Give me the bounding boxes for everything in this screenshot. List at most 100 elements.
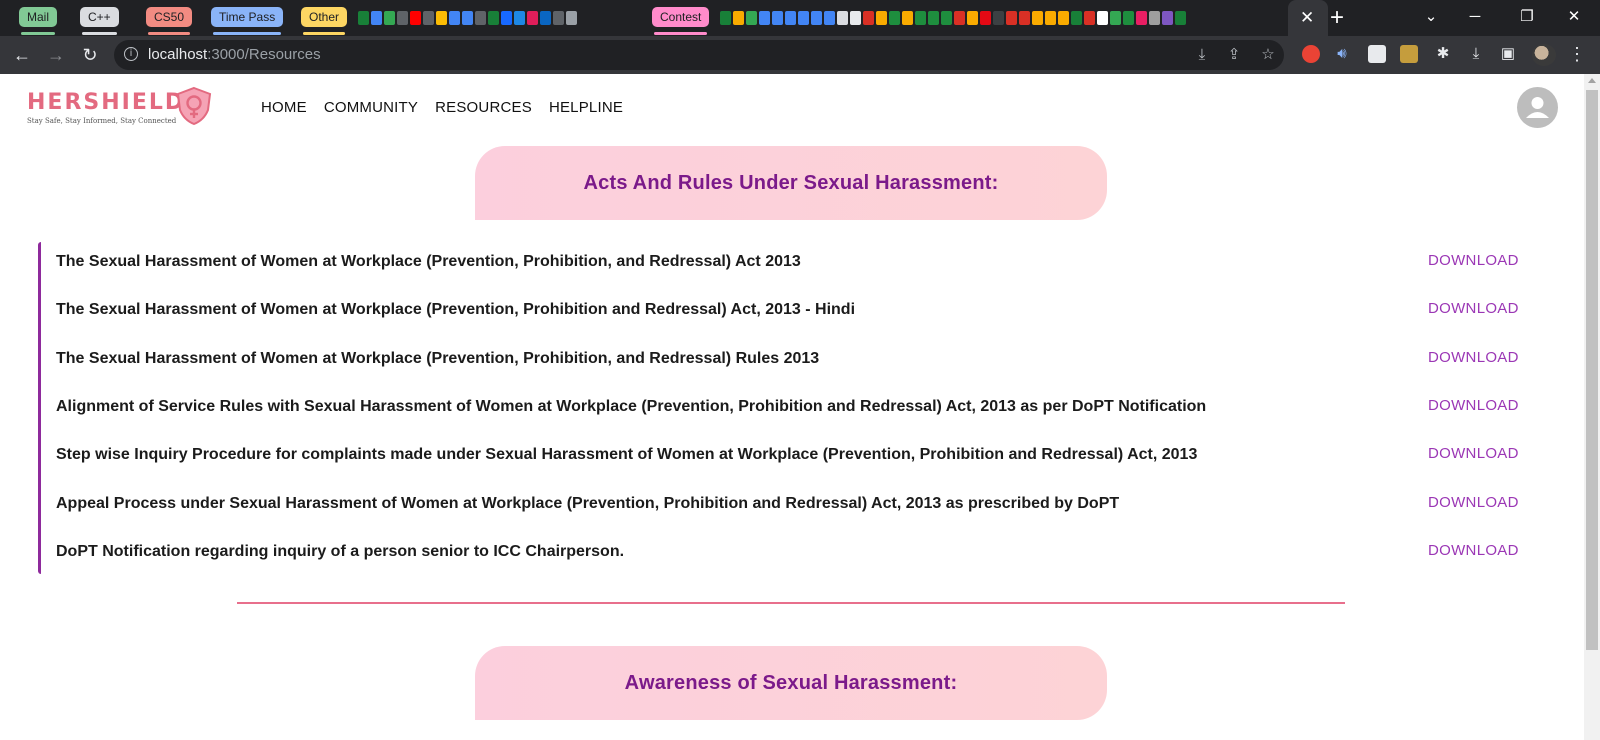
favicon-icon[interactable] (915, 11, 926, 25)
favicon-icon[interactable] (954, 11, 965, 25)
favicon-icon[interactable] (863, 11, 874, 25)
favicon-icon[interactable] (720, 11, 731, 25)
address-bar[interactable]: i localhost:3000/Resources ⤓ ⇪ ☆ (114, 40, 1284, 70)
github-icon[interactable] (553, 11, 564, 25)
scroll-up-arrow-icon[interactable] (1588, 78, 1596, 83)
favicon-icon[interactable] (1032, 11, 1043, 25)
download-link[interactable]: DOWNLOAD (1428, 491, 1519, 515)
favicon-icon[interactable] (876, 11, 887, 25)
favicon-icon[interactable] (837, 11, 848, 25)
download-link[interactable]: DOWNLOAD (1428, 394, 1519, 418)
favicon-icon[interactable] (1058, 11, 1069, 25)
favicon-icon[interactable] (902, 11, 913, 25)
favicon-icon[interactable] (1097, 11, 1108, 25)
plus-icon[interactable]: + (1330, 5, 1344, 31)
info-icon[interactable]: i (124, 47, 138, 61)
favicon-icon[interactable] (733, 11, 744, 25)
url-text[interactable]: localhost:3000/Resources (148, 46, 321, 64)
install-icon[interactable]: ⤓ (1192, 45, 1212, 65)
page-scrollbar[interactable] (1584, 74, 1600, 740)
chart-extension-icon[interactable] (1400, 45, 1418, 63)
restore-icon[interactable]: ❐ (1517, 7, 1537, 27)
github-icon[interactable] (397, 11, 408, 25)
favicon-icon[interactable] (384, 11, 395, 25)
reload-icon[interactable]: ↻ (78, 43, 102, 67)
docs-icon[interactable] (371, 11, 382, 25)
scrollbar-thumb[interactable] (1586, 90, 1598, 650)
side-panel-icon[interactable]: ▣ (1498, 44, 1518, 64)
tab-group-contest[interactable]: Contest (652, 7, 710, 35)
docs-icon[interactable] (449, 11, 460, 25)
docs-icon[interactable] (824, 11, 835, 25)
nav-helpline[interactable]: HELPLINE (549, 99, 623, 116)
favicon-icon[interactable] (1110, 11, 1121, 25)
favicon-icon[interactable] (993, 11, 1004, 25)
favicon-icon[interactable] (1071, 11, 1082, 25)
favicon-icon[interactable] (1123, 11, 1134, 25)
download-link[interactable]: DOWNLOAD (1428, 346, 1519, 370)
forward-arrow-icon[interactable]: → (44, 43, 68, 67)
hershield-logo[interactable]: HERSHIELD Stay Safe, Stay Informed, Stay… (27, 86, 217, 128)
chevron-down-icon[interactable]: ⌄ (1421, 7, 1441, 27)
nav-community[interactable]: COMMUNITY (324, 99, 418, 116)
download-link[interactable]: DOWNLOAD (1428, 539, 1519, 563)
favicon-icon[interactable] (1136, 11, 1147, 25)
favicon-icon[interactable] (928, 11, 939, 25)
tab-group-time-pass[interactable]: Time Pass (211, 7, 284, 35)
docs-icon[interactable] (785, 11, 796, 25)
github-icon[interactable] (475, 11, 486, 25)
pinned-tab-favicons-a[interactable] (358, 9, 577, 27)
favicon-icon[interactable] (514, 11, 525, 25)
pinned-tab-favicons-b[interactable] (720, 9, 1186, 27)
behance-icon[interactable] (501, 11, 512, 25)
browser-profile-avatar[interactable] (1532, 44, 1556, 66)
tab-group-cpp[interactable]: C++ (80, 7, 119, 35)
close-icon[interactable]: ✕ (1564, 7, 1584, 27)
favicon-icon[interactable] (488, 11, 499, 25)
sheets-icon[interactable] (358, 11, 369, 25)
download-link[interactable]: DOWNLOAD (1428, 249, 1519, 273)
docs-icon[interactable] (811, 11, 822, 25)
linkedin-icon[interactable] (540, 11, 551, 25)
photos-icon[interactable] (436, 11, 447, 25)
download-link[interactable]: DOWNLOAD (1428, 442, 1519, 466)
extension-icon[interactable] (1302, 45, 1320, 63)
nav-resources[interactable]: RESOURCES (435, 99, 532, 116)
tab-group-mail[interactable]: Mail (19, 7, 58, 35)
close-icon[interactable]: ✕ (1300, 8, 1314, 28)
extension-icon[interactable] (1368, 45, 1386, 63)
favicon-icon[interactable] (1149, 11, 1160, 25)
favicon-icon[interactable] (1162, 11, 1173, 25)
favicon-icon[interactable] (889, 11, 900, 25)
bookmark-star-icon[interactable]: ☆ (1258, 45, 1278, 65)
user-avatar[interactable] (1517, 87, 1558, 128)
favicon-icon[interactable] (1084, 11, 1095, 25)
nav-home[interactable]: HOME (261, 99, 307, 116)
github-icon[interactable] (423, 11, 434, 25)
active-tab[interactable]: ✕ (1288, 0, 1328, 36)
minimize-icon[interactable]: ─ (1465, 7, 1485, 27)
favicon-icon[interactable] (1175, 11, 1186, 25)
tab-group-cs50[interactable]: CS50 (146, 7, 193, 35)
back-arrow-icon[interactable]: ← (10, 43, 34, 67)
favicon-icon[interactable] (850, 11, 861, 25)
slack-icon[interactable] (527, 11, 538, 25)
more-menu-icon[interactable]: ⋮ (1568, 44, 1586, 64)
favicon-icon[interactable] (967, 11, 978, 25)
docs-icon[interactable] (759, 11, 770, 25)
netflix-icon[interactable] (980, 11, 991, 25)
favicon-icon[interactable] (1019, 11, 1030, 25)
docs-icon[interactable] (798, 11, 809, 25)
headphones-icon[interactable] (566, 11, 577, 25)
drive-icon[interactable] (746, 11, 757, 25)
share-icon[interactable]: ⇪ (1224, 45, 1244, 65)
docs-icon[interactable] (462, 11, 473, 25)
favicon-icon[interactable] (1006, 11, 1017, 25)
favicon-icon[interactable] (1045, 11, 1056, 25)
docs-icon[interactable] (772, 11, 783, 25)
speaker-icon[interactable]: 🔊︎ (1332, 44, 1352, 64)
download-icon[interactable]: ⤓ (1466, 44, 1486, 64)
favicon-icon[interactable] (941, 11, 952, 25)
youtube-icon[interactable] (410, 11, 421, 25)
puzzle-icon[interactable]: ✱ (1433, 44, 1453, 64)
